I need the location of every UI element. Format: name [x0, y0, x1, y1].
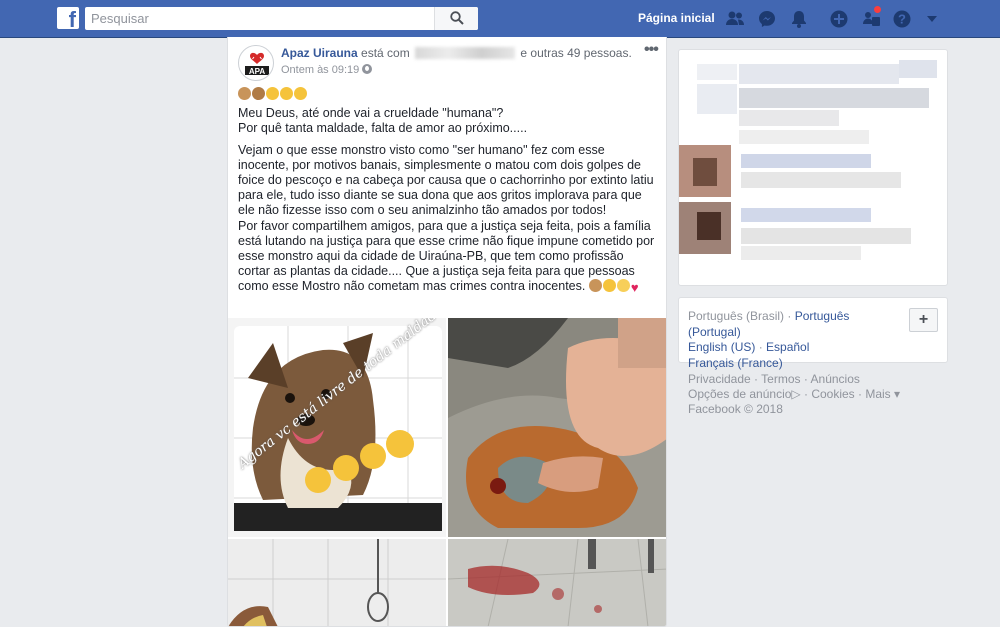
copyright-text: Facebook © 2018: [688, 402, 783, 417]
more-languages-button[interactable]: +: [909, 308, 938, 332]
globe-icon: [362, 64, 373, 74]
feed-post: APA Apaz Uirauna está com e outras 49 pe…: [227, 37, 667, 627]
post-photo-2[interactable]: [448, 318, 666, 537]
language-option-fr-fr[interactable]: Français (France): [688, 356, 783, 370]
post-photo-4[interactable]: [448, 539, 666, 626]
with-prefix: está com: [361, 46, 410, 60]
post-body: Meu Deus, até onde vai a crueldade "huma…: [238, 87, 658, 302]
crying-face-emoji-icon: [280, 87, 293, 100]
friends-icon[interactable]: [724, 8, 746, 30]
paragraph-1-line-2: Por quê tanta maldade, falta de amor ao …: [238, 121, 528, 136]
crying-face-emoji-icon: [266, 87, 279, 100]
post-header: Apaz Uirauna está com e outras 49 pessoa…: [281, 46, 632, 60]
dog-face-emoji-icon: [588, 279, 602, 293]
footer-link-cookies[interactable]: Cookies: [811, 387, 854, 401]
svg-text:APA: APA: [249, 67, 266, 76]
page-avatar[interactable]: APA: [238, 45, 274, 81]
page-name-link[interactable]: Apaz Uirauna: [281, 46, 358, 60]
post-paragraph-1: Meu Deus, até onde vai a crueldade "huma…: [238, 106, 658, 136]
top-navigation-bar: f Página inicial ?: [0, 0, 1000, 38]
timestamp-text: Ontem às 09:19: [281, 64, 360, 76]
notification-badge: [873, 5, 882, 14]
footer-link-ad-choices[interactable]: Opções de anúncio: [688, 387, 791, 401]
current-language: Português (Brasil): [688, 309, 785, 323]
with-suffix[interactable]: e outras 49 pessoas.: [520, 46, 631, 60]
footer-link-terms[interactable]: Termos: [761, 372, 800, 386]
dog-emoji-icon: [252, 87, 265, 100]
dog-face-emoji-icon: [238, 87, 251, 100]
messenger-icon[interactable]: [756, 8, 778, 30]
create-icon[interactable]: [828, 8, 850, 30]
search-icon: [450, 11, 464, 25]
account-menu-icon[interactable]: [925, 12, 939, 26]
dropdown-caret-icon: ▾: [890, 387, 901, 402]
more-options-button[interactable]: •••: [644, 41, 659, 59]
svg-text:?: ?: [898, 12, 906, 27]
language-option-en-us[interactable]: English (US): [688, 340, 755, 354]
dog-photo-illustration: [228, 318, 446, 537]
notifications-icon[interactable]: [788, 8, 810, 30]
page-footer: Privacidade · Termos · Anúncios Opções d…: [688, 372, 901, 417]
post-paragraph-2: Vejam o que esse monstro visto como "ser…: [238, 142, 654, 218]
help-icon[interactable]: ?: [891, 8, 913, 30]
crying-face-emoji-icon: [602, 279, 616, 293]
emoji-line: [238, 87, 658, 102]
post-photo-1[interactable]: Agora vc está livre de toda maldade: [228, 318, 446, 537]
noose-photo-illustration: [228, 539, 446, 626]
facebook-logo-icon[interactable]: f: [57, 7, 79, 29]
language-option-es[interactable]: Español: [766, 340, 809, 354]
post-paragraph-3: Por favor compartilhem amigos, para que …: [238, 219, 658, 296]
crying-face-emoji-icon: [294, 87, 307, 100]
heart-emoji-icon: ♥: [630, 280, 639, 296]
post-timestamp[interactable]: Ontem às 09:19: [281, 64, 373, 76]
home-link[interactable]: Página inicial: [638, 11, 715, 25]
relieved-face-emoji-icon: [616, 279, 630, 293]
injured-dog-photo-illustration: [448, 318, 666, 537]
paragraph-1-line-1: Meu Deus, até onde vai a crueldade "huma…: [238, 106, 504, 121]
search-input[interactable]: [85, 7, 435, 30]
ad-choices-icon: ▷: [791, 387, 801, 402]
search-box: [85, 7, 478, 30]
blurred-tagged-names: [415, 47, 516, 59]
search-button[interactable]: [434, 7, 478, 30]
footer-link-more[interactable]: Mais: [865, 387, 890, 401]
post-photo-3[interactable]: [228, 539, 446, 626]
language-selector-card: Português (Brasil) · Português (Portugal…: [678, 297, 948, 370]
blurred-sidebar-card: [678, 49, 948, 286]
floor-photo-illustration: [448, 539, 666, 626]
footer-link-privacy[interactable]: Privacidade: [688, 372, 751, 386]
apaz-logo-icon: APA: [245, 52, 269, 76]
footer-link-ads[interactable]: Anúncios: [811, 372, 860, 386]
language-list: Português (Brasil) · Português (Portugal…: [688, 309, 850, 370]
